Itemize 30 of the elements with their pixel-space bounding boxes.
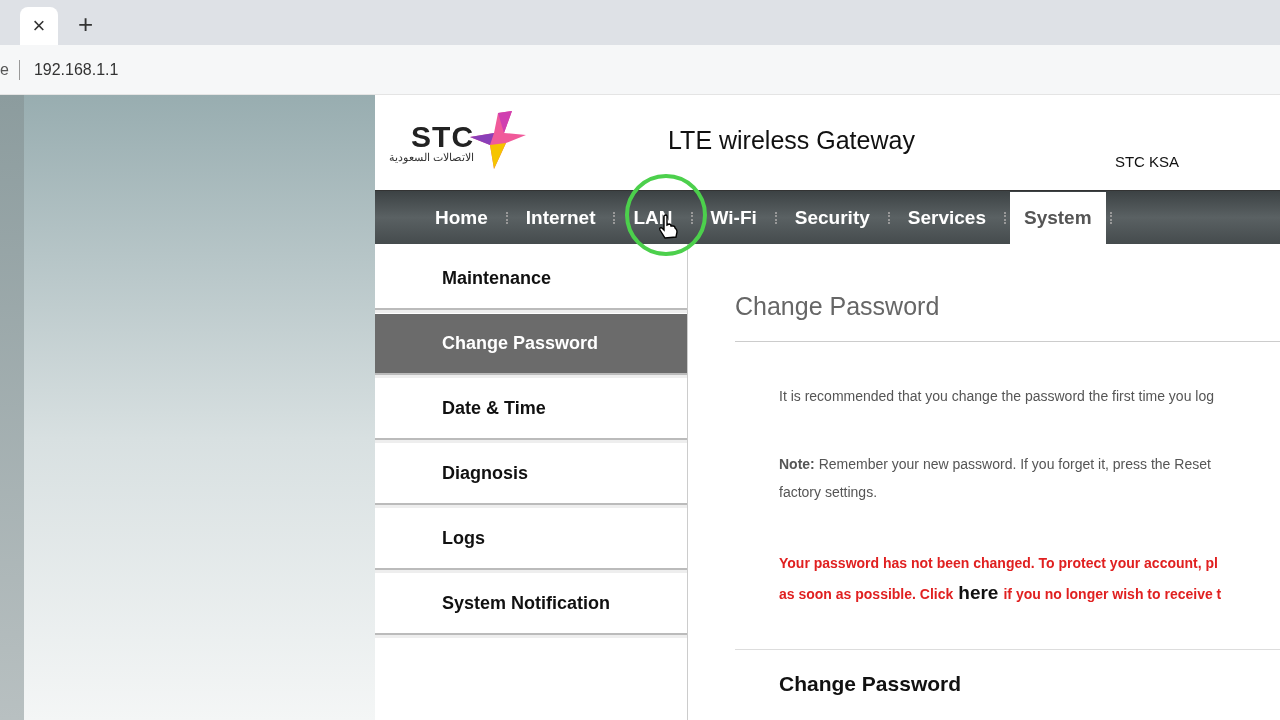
nav-tab[interactable]: Services xyxy=(893,191,1000,244)
browser-tab[interactable]: × xyxy=(20,7,58,45)
close-tab-button[interactable]: × xyxy=(32,15,46,37)
sidebar-item[interactable]: System Notification xyxy=(375,574,687,635)
nav-tab[interactable]: Wi-Fi xyxy=(696,191,771,244)
info-text: Note: Remember your new password. If you forget it, press the Reset xyxy=(779,455,1212,474)
logo-text: STC xyxy=(411,123,475,151)
sidebar-item[interactable]: Diagnosis xyxy=(375,444,687,505)
warning-text: Your password has not been changed. To protect your account, pl xyxy=(779,554,1219,573)
new-tab-button[interactable]: + xyxy=(78,10,94,37)
sidebar-item[interactable]: Change Password xyxy=(375,314,687,375)
address-field[interactable]: 192.168.1.1 xyxy=(33,60,119,79)
section-title: Change Password xyxy=(779,672,963,696)
page-heading: Change Password xyxy=(735,292,941,321)
info-text: It is recommended that you change the password the first time you log xyxy=(779,387,1215,406)
here-link[interactable]: here xyxy=(958,582,999,603)
nav-tab[interactable]: Internet xyxy=(511,191,610,244)
nav-tab[interactable]: System xyxy=(1010,191,1106,244)
address-prefix: e xyxy=(0,59,20,80)
nav-tab[interactable]: Security xyxy=(780,191,884,244)
gateway-title: LTE wireless Gateway xyxy=(668,126,915,155)
nav-tab[interactable]: Home xyxy=(421,191,502,244)
region-label: STC KSA xyxy=(1114,153,1180,170)
logo-subtext: الاتصالات السعودية xyxy=(389,151,475,164)
sidebar-item[interactable]: Logs xyxy=(375,509,687,570)
sidebar-item[interactable]: Maintenance xyxy=(375,249,687,310)
info-text: factory settings. xyxy=(779,483,879,502)
warning-text: as soon as possible. Click xyxy=(779,586,954,602)
warning-text: if you no longer wish to receive t xyxy=(1003,586,1222,602)
sidebar-item[interactable]: Date & Time xyxy=(375,379,687,440)
